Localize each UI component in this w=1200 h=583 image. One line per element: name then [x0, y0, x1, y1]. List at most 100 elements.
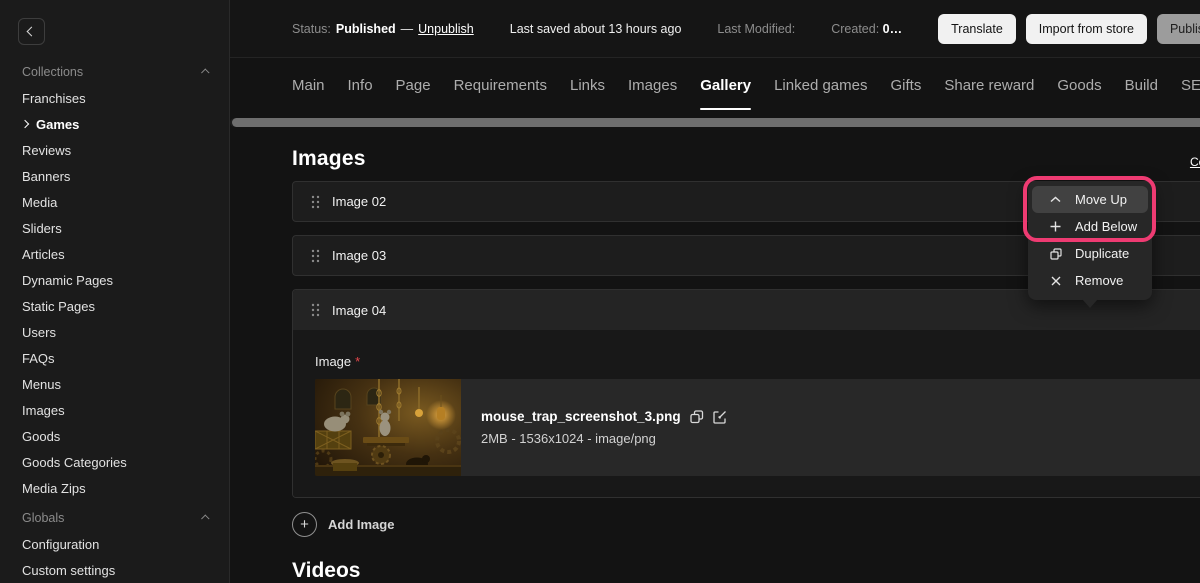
- image-media-card: mouse_trap_screenshot_3.png: [315, 379, 1200, 476]
- tab-goods[interactable]: Goods: [1057, 58, 1101, 113]
- import-from-store-button[interactable]: Import from store: [1026, 14, 1147, 44]
- sidebar-section-label: Collections: [22, 65, 83, 79]
- sidebar-item-users[interactable]: Users: [0, 319, 229, 345]
- drag-handle-icon[interactable]: [311, 303, 320, 317]
- topbar-actions: Translate Import from store Publish chan…: [938, 14, 1200, 44]
- menu-item-move-up[interactable]: Move Up: [1032, 186, 1148, 213]
- sidebar-item-images[interactable]: Images: [0, 397, 229, 423]
- sidebar-item-goods-categories[interactable]: Goods Categories: [0, 449, 229, 475]
- edit-icon: [713, 410, 727, 424]
- images-section-title: Images: [292, 147, 366, 171]
- accordion-row-label: Image 02: [332, 194, 386, 209]
- menu-item-remove[interactable]: Remove: [1032, 267, 1148, 294]
- sidebar-item-label: Custom settings: [22, 563, 115, 578]
- sidebar-item-label: Sliders: [22, 221, 62, 236]
- sidebar-item-static-pages[interactable]: Static Pages: [0, 293, 229, 319]
- sidebar-item-media[interactable]: Media: [0, 189, 229, 215]
- chevron-left-icon: [27, 27, 37, 37]
- translate-button[interactable]: Translate: [938, 14, 1016, 44]
- unpublish-link[interactable]: Unpublish: [418, 22, 474, 36]
- sidebar-item-franchises[interactable]: Franchises: [0, 85, 229, 111]
- status-dash: —: [401, 22, 414, 36]
- tab-bar: Main Info Page Requirements Links Images Galle…: [230, 58, 1200, 113]
- tab-info[interactable]: Info: [348, 58, 373, 113]
- sidebar-item-configuration[interactable]: Configuration: [0, 531, 229, 557]
- copy-icon: [690, 410, 704, 424]
- copy-filename-button[interactable]: [690, 410, 704, 424]
- horizontal-scrollbar[interactable]: [230, 118, 1200, 127]
- add-image-label[interactable]: Add Image: [328, 517, 394, 532]
- tab-page[interactable]: Page: [396, 58, 431, 113]
- created-text: Created: 0…: [831, 22, 902, 36]
- images-section-head: Images Collapse All Show All: [292, 147, 1200, 171]
- tab-gallery[interactable]: Gallery: [700, 58, 751, 113]
- status-label: Status:: [292, 22, 331, 36]
- chevron-right-icon: [21, 120, 29, 128]
- tab-images[interactable]: Images: [628, 58, 677, 113]
- accordion-row-label: Image 03: [332, 248, 386, 263]
- sidebar-item-games[interactable]: Games: [0, 111, 229, 137]
- created-label: Created:: [831, 22, 879, 36]
- accordion-body-image-04: Image*: [293, 330, 1200, 497]
- sidebar-section-collections[interactable]: Collections: [0, 59, 229, 85]
- tab-links[interactable]: Links: [570, 58, 605, 113]
- sidebar-item-reviews[interactable]: Reviews: [0, 137, 229, 163]
- app-window: Collections Franchises Games Reviews Banners…: [0, 0, 1200, 583]
- menu-item-label: Duplicate: [1075, 246, 1129, 261]
- collapse-all-link[interactable]: Collapse All: [1190, 155, 1200, 169]
- sidebar-item-label: FAQs: [22, 351, 55, 366]
- sidebar-item-dynamic-pages[interactable]: Dynamic Pages: [0, 267, 229, 293]
- sidebar-item-label: Reviews: [22, 143, 71, 158]
- menu-item-duplicate[interactable]: Duplicate: [1032, 240, 1148, 267]
- sidebar-item-label: Images: [22, 403, 65, 418]
- sidebar-nav: Collections Franchises Games Reviews Banners…: [0, 59, 229, 583]
- tab-linked-games[interactable]: Linked games: [774, 58, 867, 113]
- sidebar-item-label: Dynamic Pages: [22, 273, 113, 288]
- last-saved-text: Last saved about 13 hours ago: [510, 22, 682, 36]
- sidebar-item-label: Franchises: [22, 91, 86, 106]
- drag-handle-icon[interactable]: [311, 195, 320, 209]
- sidebar-item-menus[interactable]: Menus: [0, 371, 229, 397]
- edit-filename-button[interactable]: [713, 410, 727, 424]
- copy-icon: [1048, 248, 1063, 260]
- sidebar-item-label: Configuration: [22, 537, 99, 552]
- sidebar-section-globals[interactable]: Globals: [0, 505, 229, 531]
- last-modified-label: Last Modified:: [717, 22, 795, 36]
- image-thumbnail[interactable]: [315, 379, 461, 476]
- scrollbar-thumb[interactable]: [232, 118, 1200, 127]
- menu-item-add-below[interactable]: Add Below: [1032, 213, 1148, 240]
- tab-gifts[interactable]: Gifts: [891, 58, 922, 113]
- tab-build[interactable]: Build: [1125, 58, 1158, 113]
- x-icon: [1048, 276, 1063, 286]
- tab-requirements[interactable]: Requirements: [454, 58, 547, 113]
- chevron-up-icon: [201, 68, 209, 76]
- sidebar-item-media-zips[interactable]: Media Zips: [0, 475, 229, 501]
- sidebar-item-custom-settings[interactable]: Custom settings: [0, 557, 229, 583]
- tab-share-reward[interactable]: Share reward: [944, 58, 1034, 113]
- add-image-button[interactable]: +: [292, 512, 317, 537]
- created-value: 0…: [883, 22, 902, 36]
- videos-section-title: Videos: [292, 559, 1200, 583]
- plus-icon: [1048, 221, 1063, 232]
- sidebar-item-articles[interactable]: Articles: [0, 241, 229, 267]
- menu-item-label: Remove: [1075, 273, 1123, 288]
- image-filename: mouse_trap_screenshot_3.png: [481, 409, 681, 424]
- sidebar-item-faqs[interactable]: FAQs: [0, 345, 229, 371]
- status-group: Status: Published — Unpublish: [292, 22, 474, 36]
- sidebar-item-label: Menus: [22, 377, 61, 392]
- tab-main[interactable]: Main: [292, 58, 325, 113]
- plus-icon: +: [300, 517, 309, 532]
- sidebar: Collections Franchises Games Reviews Banners…: [0, 0, 230, 583]
- sidebar-item-label: Static Pages: [22, 299, 95, 314]
- sidebar-item-banners[interactable]: Banners: [0, 163, 229, 189]
- sidebar-item-sliders[interactable]: Sliders: [0, 215, 229, 241]
- context-menu: Move Up Add Below Duplicate Remove: [1028, 181, 1152, 300]
- drag-handle-icon[interactable]: [311, 249, 320, 263]
- image-file-info: mouse_trap_screenshot_3.png: [461, 379, 727, 476]
- menu-item-label: Add Below: [1075, 219, 1137, 234]
- tab-se[interactable]: SE: [1181, 58, 1200, 113]
- publish-changes-button[interactable]: Publish changes: [1157, 14, 1200, 44]
- sidebar-item-goods[interactable]: Goods: [0, 423, 229, 449]
- sidebar-item-label: Games: [36, 117, 79, 132]
- sidebar-collapse-button[interactable]: [18, 18, 45, 45]
